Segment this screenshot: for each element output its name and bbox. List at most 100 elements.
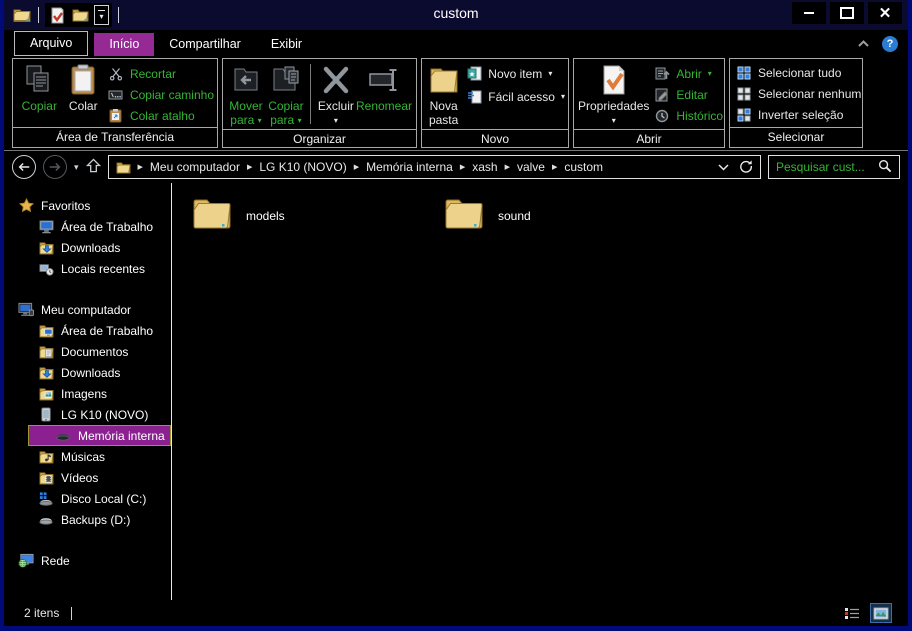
move-to-button[interactable]: Mover para ▾ xyxy=(226,60,266,128)
file-item-sound[interactable]: sound xyxy=(443,197,695,234)
thumbnail-view-icon[interactable] xyxy=(870,603,892,623)
history-button[interactable]: Histórico xyxy=(654,107,723,124)
new-folder-qat-icon[interactable] xyxy=(71,6,89,24)
select-none-button[interactable]: Selecionar nenhum xyxy=(736,85,861,102)
maximize-icon xyxy=(840,7,854,19)
copy-button[interactable]: Copiar xyxy=(16,60,63,126)
sidebar-item-music[interactable]: Músicas xyxy=(4,446,171,467)
search-box[interactable]: Pesquisar cust... xyxy=(768,155,900,179)
main-area: Favoritos Área de Trabalho Downloads Loc… xyxy=(4,183,908,600)
qat-dropdown-icon[interactable]: ▾ xyxy=(94,5,109,25)
easy-access-button[interactable]: Fácil acesso ▾ xyxy=(466,88,565,105)
cut-button[interactable]: Recortar xyxy=(108,65,214,82)
breadcrumb-separator: ▶ xyxy=(137,164,143,171)
group-select-label: Selecionar xyxy=(730,127,862,147)
breadcrumb-item-computer[interactable]: Meu computador xyxy=(150,160,240,174)
copy-icon xyxy=(24,63,54,97)
rename-button[interactable]: Renomear xyxy=(355,60,413,128)
address-bar[interactable]: ▶ Meu computador ▶ LG K10 (NOVO) ▶ Memór… xyxy=(107,155,761,179)
rename-icon xyxy=(368,63,400,97)
breadcrumb-item-valve[interactable]: valve xyxy=(517,160,545,174)
open-button[interactable]: Abrir ▾ xyxy=(654,65,723,82)
edit-icon xyxy=(654,87,670,103)
breadcrumb-separator: ▶ xyxy=(246,164,253,171)
up-button[interactable] xyxy=(85,158,101,176)
new-folder-label: Nova pasta xyxy=(428,99,459,128)
new-folder-button[interactable]: Nova pasta xyxy=(425,60,462,128)
minimize-button[interactable] xyxy=(792,2,826,24)
sidebar-item-phone[interactable]: LG K10 (NOVO) xyxy=(4,404,171,425)
paste-button[interactable]: Colar xyxy=(63,60,104,126)
sidebar-item-backups-d[interactable]: Backups (D:) xyxy=(4,509,171,530)
copy-to-button[interactable]: Copiar para ▾ xyxy=(266,60,306,128)
history-dropdown-icon[interactable]: ▾ xyxy=(74,162,79,173)
invert-selection-label: Inverter seleção xyxy=(758,107,844,122)
documents-icon xyxy=(38,344,54,360)
sidebar-item-desktop2[interactable]: Área de Trabalho xyxy=(4,320,171,341)
collapse-ribbon-icon[interactable] xyxy=(857,37,870,51)
sidebar-item-label: Área de Trabalho xyxy=(61,323,154,338)
properties-button[interactable]: Propriedades ▾ xyxy=(577,60,650,128)
sidebar-item-documents[interactable]: Documentos xyxy=(4,341,171,362)
breadcrumb-separator: ▶ xyxy=(459,164,466,171)
sidebar-section-favorites[interactable]: Favoritos xyxy=(4,195,171,216)
breadcrumb-item-xash[interactable]: xash xyxy=(472,160,497,174)
sidebar-item-desktop[interactable]: Área de Trabalho xyxy=(4,216,171,237)
paste-icon xyxy=(69,63,97,97)
group-new-label: Novo xyxy=(422,128,568,149)
invert-selection-icon xyxy=(736,107,752,123)
backup-drive-icon xyxy=(38,512,54,528)
breadcrumb-separator: ▶ xyxy=(551,164,558,171)
edit-button[interactable]: Editar xyxy=(654,86,723,103)
invert-selection-button[interactable]: Inverter seleção xyxy=(736,106,859,123)
explorer-icon[interactable] xyxy=(12,5,32,25)
breadcrumb-item-device[interactable]: LG K10 (NOVO) xyxy=(259,160,346,174)
cut-label: Recortar xyxy=(129,66,176,81)
file-item-models[interactable]: models xyxy=(191,197,443,234)
details-view-icon[interactable] xyxy=(842,604,862,622)
sidebar-section-computer[interactable]: Meu computador xyxy=(4,299,171,320)
select-all-label: Selecionar tudo xyxy=(758,65,842,80)
breadcrumb-item-custom[interactable]: custom xyxy=(564,160,603,174)
sidebar-section-network[interactable]: Rede xyxy=(4,550,171,571)
open-icon xyxy=(654,66,670,82)
new-item-button[interactable]: Novo item ▾ xyxy=(466,65,565,82)
sidebar-item-images[interactable]: Imagens xyxy=(4,383,171,404)
sidebar-item-downloads-fav[interactable]: Downloads xyxy=(4,237,171,258)
sidebar-item-recent-places[interactable]: Locais recentes xyxy=(4,258,171,279)
forward-button[interactable] xyxy=(43,155,67,179)
sidebar-item-downloads[interactable]: Downloads xyxy=(4,362,171,383)
music-icon xyxy=(38,449,54,465)
sidebar-item-videos[interactable]: Vídeos xyxy=(4,467,171,488)
item-count: 2 itens xyxy=(24,606,60,620)
properties-qat-icon[interactable] xyxy=(48,6,66,24)
maximize-button[interactable] xyxy=(830,2,864,24)
window-title: custom xyxy=(433,5,479,21)
delete-button[interactable]: Excluir ▾ xyxy=(317,60,355,128)
search-icon[interactable] xyxy=(878,159,892,176)
refresh-icon[interactable] xyxy=(739,159,753,176)
group-clipboard-label: Área de Transferência xyxy=(13,127,217,147)
tab-share[interactable]: Compartilhar xyxy=(154,33,256,56)
group-divider xyxy=(309,64,311,124)
address-dropdown-icon[interactable] xyxy=(718,160,729,174)
rename-label: Renomear xyxy=(355,99,413,113)
back-button[interactable] xyxy=(12,155,36,179)
select-all-button[interactable]: Selecionar tudo xyxy=(736,64,859,81)
help-icon[interactable]: ? xyxy=(882,36,898,52)
sidebar-item-internal-storage[interactable]: Memória interna xyxy=(28,425,171,446)
navigation-pane: Favoritos Área de Trabalho Downloads Loc… xyxy=(4,183,172,600)
new-item-label: Novo item xyxy=(488,66,543,81)
tab-file[interactable]: Arquivo xyxy=(14,31,89,56)
tab-view[interactable]: Exibir xyxy=(256,33,317,56)
breadcrumb-separator: ▶ xyxy=(353,164,360,171)
tab-home[interactable]: Início xyxy=(94,33,155,56)
copy-path-button[interactable]: Copiar caminho xyxy=(108,86,214,103)
paste-shortcut-button[interactable]: Colar atalho xyxy=(108,107,214,124)
breadcrumb-item-storage[interactable]: Memória interna xyxy=(366,160,453,174)
network-icon xyxy=(18,553,34,569)
new-item-icon xyxy=(466,66,482,82)
sidebar-item-local-disk-c[interactable]: Disco Local (C:) xyxy=(4,488,171,509)
move-to-icon xyxy=(231,63,261,97)
close-button[interactable]: ✕ xyxy=(868,2,902,24)
